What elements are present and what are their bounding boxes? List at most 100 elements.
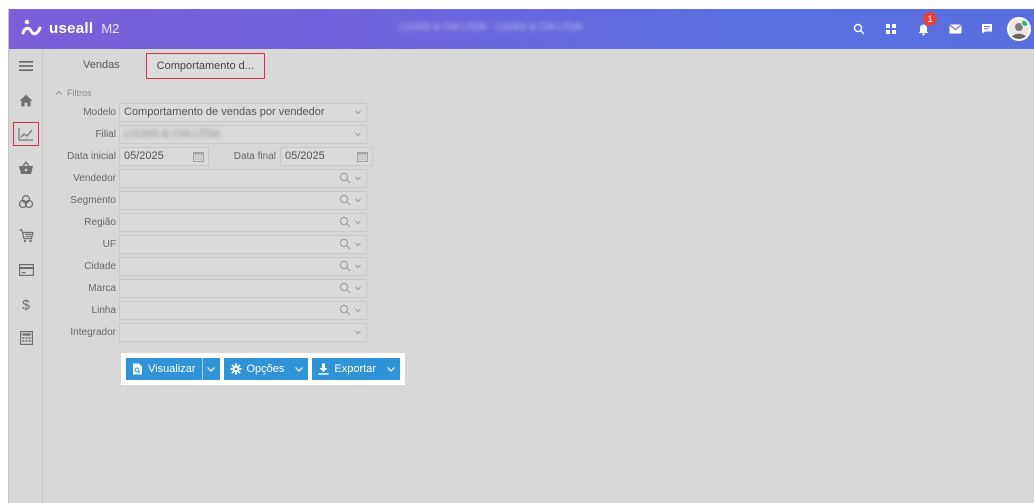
logo-suffix: M2 bbox=[101, 20, 120, 36]
cidade-label: Cidade bbox=[84, 260, 116, 272]
filter-row-linha: Linha bbox=[55, 299, 375, 321]
filter-row-modelo: Modelo Comportamento de vendas por vende… bbox=[55, 101, 375, 123]
sidebar: $ bbox=[9, 49, 43, 503]
linha-lookup[interactable] bbox=[119, 300, 367, 320]
visualizar-dropdown[interactable] bbox=[201, 358, 220, 380]
filter-row-filial: Filial LOJAS & CIA LTDA bbox=[55, 123, 375, 145]
avatar bbox=[1007, 17, 1031, 41]
search-icon[interactable] bbox=[339, 282, 351, 294]
modelo-select[interactable]: Comportamento de vendas por vendedor bbox=[119, 102, 367, 122]
apps-grid-icon[interactable] bbox=[875, 9, 907, 49]
integrador-select[interactable] bbox=[119, 322, 367, 342]
card-icon[interactable] bbox=[9, 253, 43, 287]
search-icon[interactable] bbox=[339, 194, 351, 206]
top-icons: 1 bbox=[843, 9, 1034, 49]
uf-lookup[interactable] bbox=[119, 234, 367, 254]
filter-row-vendedor: Vendedor bbox=[55, 167, 375, 189]
chevron-down-icon bbox=[355, 264, 361, 269]
chevron-down-icon bbox=[355, 176, 361, 181]
chevron-down-icon bbox=[355, 286, 361, 291]
mail-icon[interactable] bbox=[939, 9, 971, 49]
data-inicial-label: Data inicial bbox=[67, 150, 116, 162]
search-icon[interactable] bbox=[339, 172, 351, 184]
gear-icon bbox=[230, 363, 241, 375]
exportar-main[interactable]: Exportar bbox=[312, 358, 382, 380]
marca-label: Marca bbox=[88, 282, 116, 294]
exportar-dropdown[interactable] bbox=[382, 358, 400, 380]
document-view-icon bbox=[133, 363, 142, 375]
cidade-lookup[interactable] bbox=[119, 256, 367, 276]
uf-label: UF bbox=[102, 238, 116, 250]
opcoes-button[interactable]: Opções bbox=[223, 358, 309, 380]
chart-icon[interactable] bbox=[9, 117, 43, 151]
chevron-down-icon bbox=[295, 367, 304, 372]
opcoes-main[interactable]: Opções bbox=[224, 358, 291, 380]
chevron-down-icon bbox=[355, 308, 361, 313]
filial-select[interactable]: LOJAS & CIA LTDA bbox=[119, 124, 367, 144]
data-inicial-input[interactable]: 05/2025 bbox=[119, 146, 209, 166]
user-avatar[interactable] bbox=[1003, 9, 1034, 49]
chevron-down-icon bbox=[355, 110, 361, 115]
data-final-label: Data final bbox=[233, 150, 276, 162]
filter-row-uf: UF bbox=[55, 233, 375, 255]
chevron-down-icon bbox=[207, 367, 215, 372]
regiao-lookup[interactable] bbox=[119, 212, 367, 232]
search-icon[interactable] bbox=[339, 238, 351, 250]
app-frame: useall M2 LOJAS & CIA LTDA - LOJAS & CIA… bbox=[8, 9, 1034, 503]
tab-bar: Vendas Comportamento d... bbox=[43, 49, 265, 83]
segmento-label: Segmento bbox=[70, 194, 116, 206]
search-icon[interactable] bbox=[843, 9, 875, 49]
filial-label: Filial bbox=[95, 128, 116, 140]
integrador-label: Integrador bbox=[70, 326, 116, 338]
marca-lookup[interactable] bbox=[119, 278, 367, 298]
search-icon[interactable] bbox=[339, 216, 351, 228]
chevron-down-icon bbox=[355, 242, 361, 247]
chat-icon[interactable] bbox=[971, 9, 1003, 49]
calendar-icon[interactable] bbox=[357, 151, 368, 162]
home-icon[interactable] bbox=[9, 83, 43, 117]
linha-label: Linha bbox=[91, 304, 116, 316]
exportar-button[interactable]: Exportar bbox=[312, 358, 400, 380]
filter-row-datas: Data inicial 05/2025 Data final 05/2025 bbox=[55, 145, 375, 167]
filters-panel: Filtros Modelo Comportamento de vendas p… bbox=[55, 87, 375, 343]
search-icon[interactable] bbox=[339, 260, 351, 272]
filter-row-regiao: Região bbox=[55, 211, 375, 233]
visualizar-main[interactable]: Visualizar bbox=[126, 358, 202, 380]
calendar-icon[interactable] bbox=[193, 151, 204, 162]
filter-row-marca: Marca bbox=[55, 277, 375, 299]
chevron-down-icon bbox=[355, 132, 361, 137]
logo-text: useall bbox=[49, 19, 94, 37]
calculator-icon[interactable] bbox=[9, 321, 43, 355]
notification-badge: 1 bbox=[923, 12, 937, 26]
chevron-up-icon bbox=[55, 90, 63, 95]
search-icon[interactable] bbox=[339, 304, 351, 316]
company-name: LOJAS & CIA LTDA - LOJAS & CIA LTDA bbox=[399, 22, 583, 33]
svg-text:$: $ bbox=[22, 297, 30, 312]
filial-value: LOJAS & CIA LTDA bbox=[124, 128, 221, 140]
menu-icon[interactable] bbox=[9, 49, 43, 83]
useall-logo-icon bbox=[21, 17, 43, 39]
notifications-bell-icon[interactable]: 1 bbox=[907, 9, 939, 49]
tab-comportamento[interactable]: Comportamento d... bbox=[145, 53, 265, 79]
segmento-lookup[interactable] bbox=[119, 190, 367, 210]
online-status-dot bbox=[1021, 19, 1029, 27]
filters-header[interactable]: Filtros bbox=[55, 87, 375, 99]
modelo-value: Comportamento de vendas por vendedor bbox=[124, 106, 325, 118]
visualizar-button[interactable]: Visualizar bbox=[126, 358, 220, 380]
chevron-down-icon bbox=[387, 367, 395, 372]
filter-row-cidade: Cidade bbox=[55, 255, 375, 277]
data-final-value: 05/2025 bbox=[285, 150, 325, 162]
vendedor-lookup[interactable] bbox=[119, 168, 367, 188]
cart-icon[interactable] bbox=[9, 219, 43, 253]
chevron-down-icon bbox=[355, 330, 361, 335]
basket-icon[interactable] bbox=[9, 151, 43, 185]
visualizar-label: Visualizar bbox=[148, 363, 196, 375]
coins-icon[interactable] bbox=[9, 185, 43, 219]
dollar-icon[interactable]: $ bbox=[9, 287, 43, 321]
modelo-label: Modelo bbox=[83, 106, 116, 118]
opcoes-dropdown[interactable] bbox=[290, 358, 308, 380]
tab-vendas[interactable]: Vendas bbox=[73, 53, 130, 79]
logo[interactable]: useall M2 bbox=[21, 17, 119, 39]
data-final-input[interactable]: 05/2025 bbox=[280, 146, 373, 166]
opcoes-label: Opções bbox=[246, 363, 285, 375]
